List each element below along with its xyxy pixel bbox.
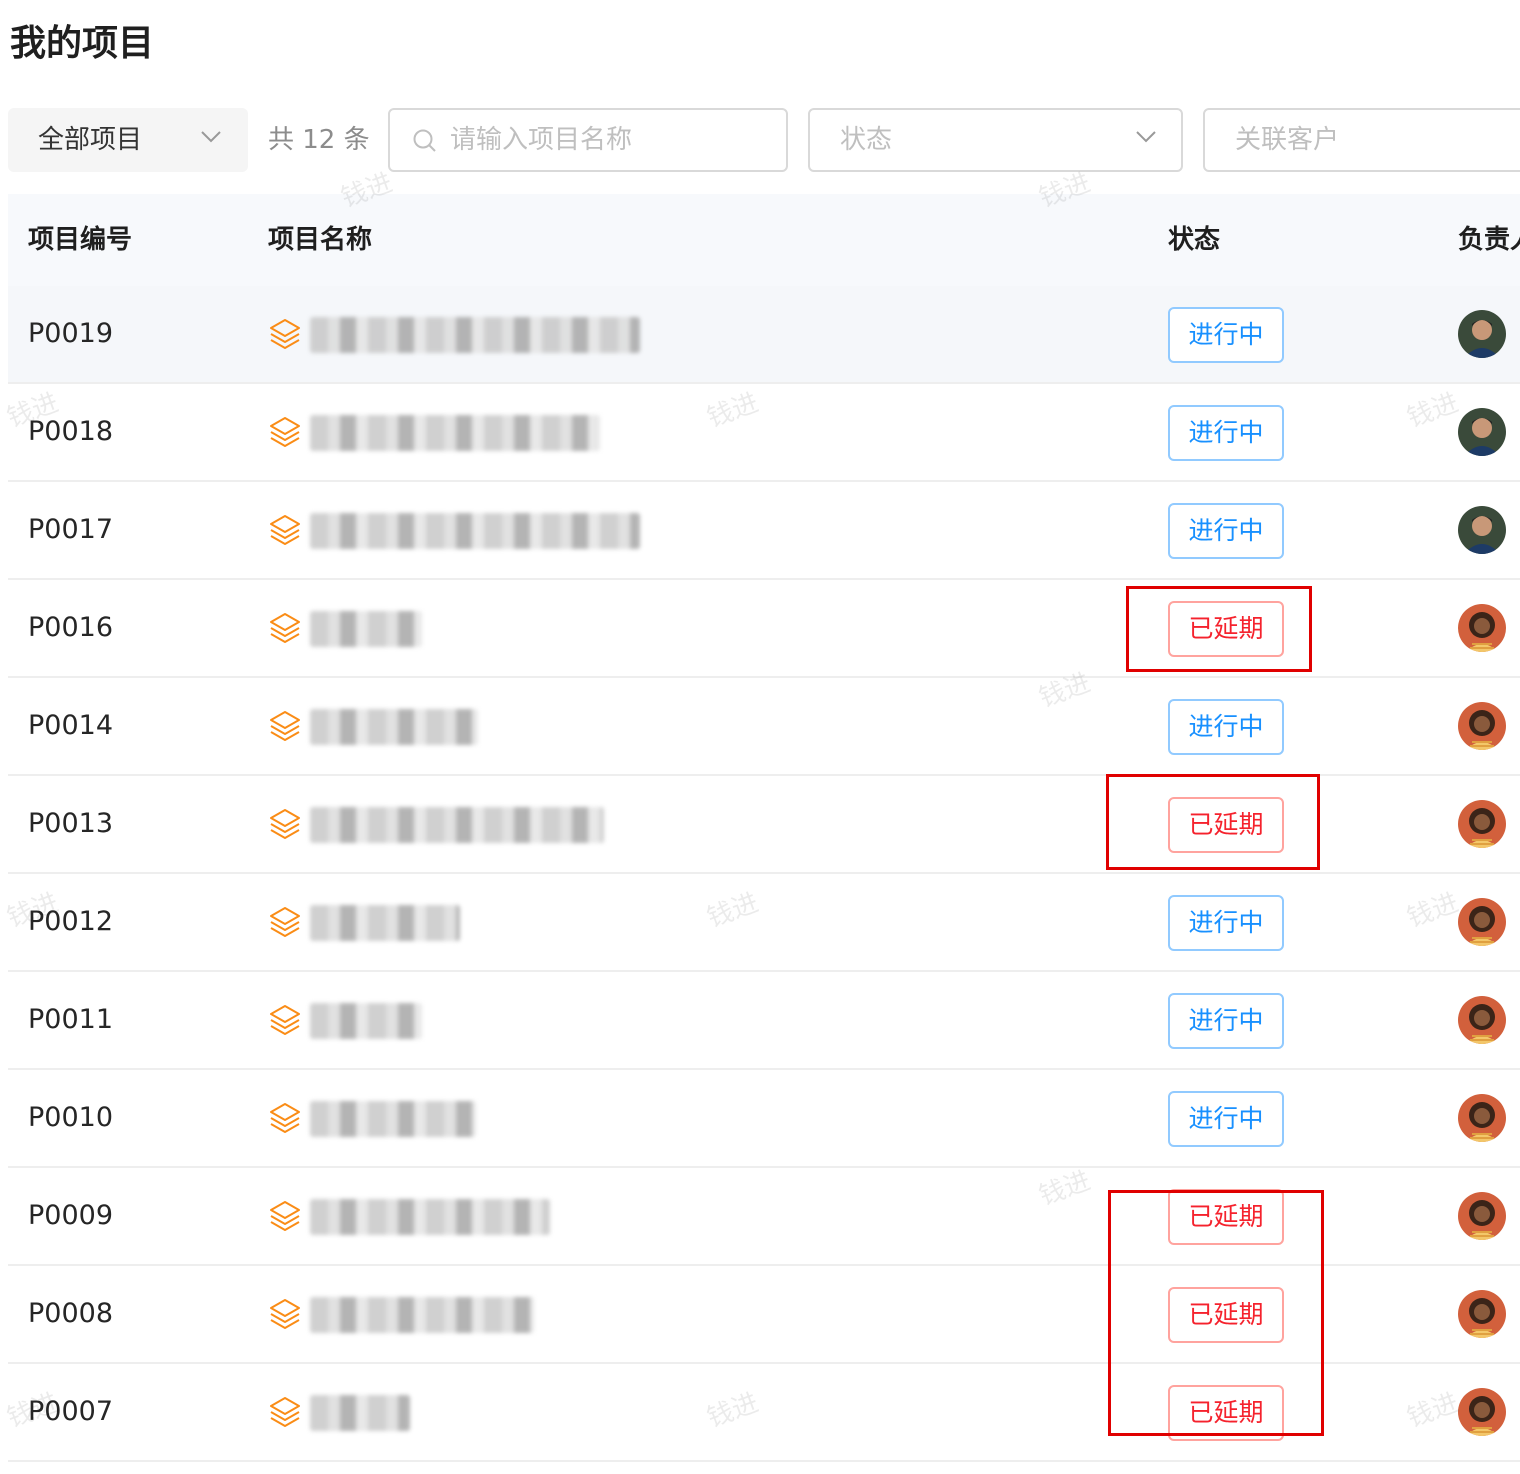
project-name-redacted[interactable]	[310, 415, 600, 451]
owner-avatar[interactable]	[1458, 1388, 1506, 1436]
table-row[interactable]: P0019 进行中	[8, 286, 1520, 384]
project-code: P0019	[28, 318, 113, 349]
table-row[interactable]: P0014 进行中	[8, 678, 1520, 776]
project-name-redacted[interactable]	[310, 905, 460, 941]
layers-icon	[268, 1003, 302, 1037]
status-select[interactable]: 状态	[808, 108, 1183, 172]
result-count: 共 12 条	[268, 125, 370, 155]
owner-avatar[interactable]	[1458, 898, 1506, 946]
annotation-box	[1106, 774, 1320, 870]
table-header: 项目编号 项目名称 状态 负责人	[8, 194, 1520, 286]
project-name-redacted[interactable]	[310, 513, 640, 549]
project-name-redacted[interactable]	[310, 709, 478, 745]
page-title: 我的项目	[10, 23, 155, 64]
layers-icon	[268, 611, 302, 645]
layers-icon	[268, 1297, 302, 1331]
table-row[interactable]: P0012 进行中	[8, 874, 1520, 972]
project-search-input[interactable]: 请输入项目名称	[388, 108, 788, 172]
chevron-down-icon	[201, 131, 221, 143]
owner-avatar[interactable]	[1458, 310, 1506, 358]
layers-icon	[268, 709, 302, 743]
status-badge: 进行中	[1168, 1091, 1284, 1147]
layers-icon	[268, 1101, 302, 1135]
owner-avatar[interactable]	[1458, 996, 1506, 1044]
project-name-redacted[interactable]	[310, 1003, 422, 1039]
table-row[interactable]: P0011 进行中	[8, 972, 1520, 1070]
layers-icon	[268, 1395, 302, 1429]
project-name-redacted[interactable]	[310, 1199, 550, 1235]
search-placeholder: 请输入项目名称	[450, 125, 633, 155]
filter-bar: 全部项目 共 12 条 请输入项目名称 状态 关联客户	[0, 108, 1520, 174]
status-badge: 进行中	[1168, 405, 1284, 461]
layers-icon	[268, 317, 302, 351]
status-badge: 进行中	[1168, 895, 1284, 951]
project-code: P0017	[28, 514, 113, 545]
project-name-redacted[interactable]	[310, 1101, 476, 1137]
project-scope-select[interactable]: 全部项目	[8, 108, 248, 172]
chevron-down-icon	[1136, 131, 1156, 143]
project-code: P0013	[28, 808, 113, 839]
project-code: P0016	[28, 612, 113, 643]
owner-avatar[interactable]	[1458, 800, 1506, 848]
project-scope-label: 全部项目	[38, 125, 143, 155]
column-header-owner: 负责人	[1458, 225, 1520, 255]
column-header-code: 项目编号	[28, 225, 133, 255]
status-badge: 进行中	[1168, 993, 1284, 1049]
project-code: P0014	[28, 710, 113, 741]
project-name-redacted[interactable]	[310, 1395, 410, 1431]
client-select[interactable]: 关联客户	[1203, 108, 1520, 172]
column-header-status: 状态	[1168, 225, 1221, 255]
annotation-box	[1108, 1190, 1324, 1436]
owner-avatar[interactable]	[1458, 702, 1506, 750]
search-icon	[413, 129, 436, 152]
project-code: P0011	[28, 1004, 113, 1035]
owner-avatar[interactable]	[1458, 1192, 1506, 1240]
owner-avatar[interactable]	[1458, 604, 1506, 652]
table-row[interactable]: P0018 进行中	[8, 384, 1520, 482]
owner-avatar[interactable]	[1458, 506, 1506, 554]
owner-avatar[interactable]	[1458, 1094, 1506, 1142]
project-code: P0009	[28, 1200, 113, 1231]
layers-icon	[268, 1199, 302, 1233]
project-name-redacted[interactable]	[310, 1297, 534, 1333]
layers-icon	[268, 905, 302, 939]
status-badge: 进行中	[1168, 699, 1284, 755]
status-badge: 进行中	[1168, 503, 1284, 559]
project-name-redacted[interactable]	[310, 807, 604, 843]
table-row[interactable]: P0017 进行中	[8, 482, 1520, 580]
client-placeholder: 关联客户	[1235, 125, 1340, 155]
status-placeholder: 状态	[840, 125, 893, 155]
annotation-box	[1126, 586, 1312, 672]
status-badge: 进行中	[1168, 307, 1284, 363]
project-name-redacted[interactable]	[310, 317, 640, 353]
project-name-redacted[interactable]	[310, 611, 422, 647]
owner-avatar[interactable]	[1458, 408, 1506, 456]
layers-icon	[268, 415, 302, 449]
project-code: P0010	[28, 1102, 113, 1133]
layers-icon	[268, 807, 302, 841]
table-row[interactable]: P0010 进行中	[8, 1070, 1520, 1168]
project-code: P0008	[28, 1298, 113, 1329]
owner-avatar[interactable]	[1458, 1290, 1506, 1338]
layers-icon	[268, 513, 302, 547]
